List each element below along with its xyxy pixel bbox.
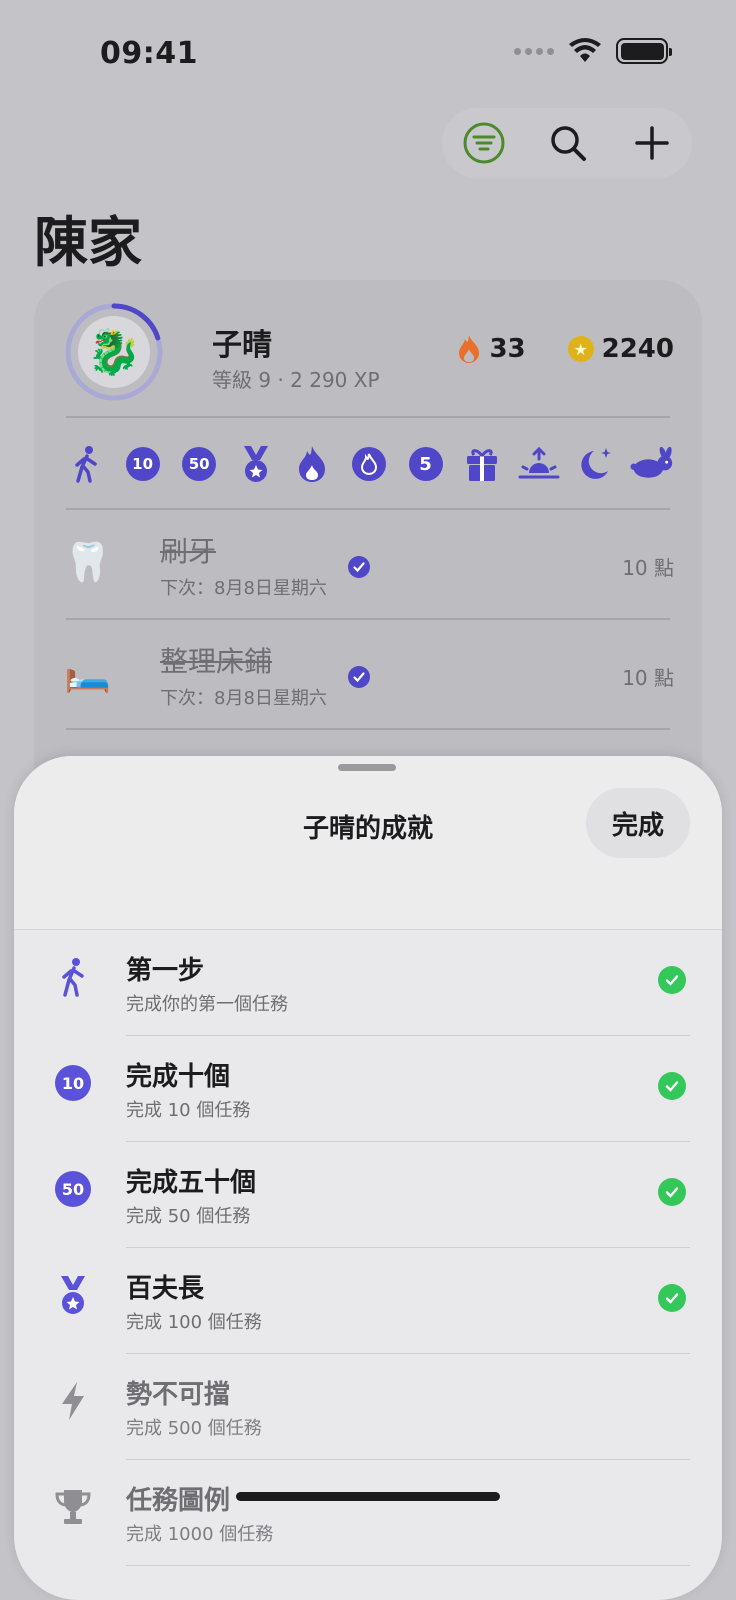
task-next-date: 下次：8月8日星期六 [160, 688, 327, 709]
task-points: 10 點 [622, 556, 674, 580]
badge-50-icon: 50 [177, 442, 221, 486]
achievement-row: 50 完成五十個 完成 50 個任務 [14, 1142, 722, 1248]
task-next-date: 下次：8月8日星期六 [160, 578, 327, 599]
badge-10-icon: 10 [50, 1060, 96, 1106]
achievement-title: 完成五十個 [126, 1168, 257, 1198]
achieved-check-icon [658, 1072, 686, 1100]
trophy-icon [50, 1484, 96, 1530]
member-row[interactable]: 🐉 子晴 等級 9 · 2 290 XP 33 ★ 2240 [64, 302, 674, 406]
task-row[interactable]: 🦷 刷牙 下次：8月8日星期六 10 點 [64, 520, 674, 610]
streak-count: 33 [489, 334, 526, 364]
achievement-row: 10 完成十個 完成 10 個任務 [14, 1036, 722, 1142]
task-title: 刷牙 [160, 535, 217, 568]
sunrise-icon [517, 442, 561, 486]
flame-icon [459, 335, 480, 363]
toolbar [442, 108, 692, 178]
page-title: 陳家 [34, 211, 142, 274]
member-level: 等級 9 · 2 290 XP [212, 368, 380, 392]
walking-figure-icon [64, 442, 108, 486]
battery-icon [616, 38, 672, 64]
achievement-title: 百夫長 [126, 1274, 205, 1304]
wifi-icon [569, 38, 601, 62]
status-time: 09:41 [100, 36, 198, 71]
bed-icon: 🛏️ [64, 650, 112, 694]
achievement-row-locked: 任務圖例 完成 1000 個任務 [14, 1460, 722, 1566]
member-stats: 33 ★ 2240 [457, 334, 674, 364]
moon-stars-icon [573, 442, 617, 486]
dragon-avatar-icon: 🐉 [78, 316, 150, 388]
star-coin-icon: ★ [567, 336, 594, 362]
achievements-sheet: 子晴的成就 完成 第一步 完成你的第一個任務 10 完成十個 完成 10 個任務… [14, 756, 722, 1600]
task-title: 整理床鋪 [160, 645, 273, 678]
status-bar: 09:41 [0, 0, 736, 100]
status-icons [514, 38, 672, 64]
achievement-desc: 完成 50 個任務 [126, 1206, 251, 1227]
completed-check-icon [348, 666, 370, 688]
separator [126, 1564, 690, 1566]
streak-stat: 33 [457, 334, 526, 364]
search-button[interactable] [542, 117, 594, 169]
achievement-desc: 完成你的第一個任務 [126, 994, 288, 1015]
achievement-row: 第一步 完成你的第一個任務 [14, 930, 722, 1036]
divider [66, 618, 670, 620]
done-button[interactable]: 完成 [586, 788, 690, 858]
sheet-header: 子晴的成就 完成 [14, 756, 722, 930]
bolt-icon [50, 1378, 96, 1424]
badge-50-icon: 50 [50, 1166, 96, 1212]
add-button[interactable] [626, 117, 678, 169]
divider [66, 416, 670, 418]
achievement-desc: 完成 500 個任務 [126, 1418, 262, 1439]
sheet-grabber[interactable] [338, 764, 396, 771]
achievement-desc: 完成 100 個任務 [126, 1312, 262, 1333]
flame-badge-icon [290, 442, 334, 486]
signal-icon [514, 47, 554, 55]
achievement-desc: 完成 10 個任務 [126, 1100, 251, 1121]
rabbit-icon [630, 442, 674, 486]
gift-icon [460, 442, 504, 486]
achievement-title: 勢不可擋 [126, 1380, 231, 1410]
badge-5-icon: 5 [404, 442, 448, 486]
walking-figure-icon [50, 954, 96, 1000]
task-row[interactable]: 🛏️ 整理床鋪 下次：8月8日星期六 10 點 [64, 630, 674, 720]
flame-circle-icon [347, 442, 391, 486]
achievement-title: 完成十個 [126, 1062, 231, 1092]
filter-button[interactable] [458, 117, 510, 169]
member-name: 子晴 [212, 328, 272, 363]
coin-stat: ★ 2240 [567, 334, 674, 364]
tooth-icon: 🦷 [64, 540, 112, 584]
divider [66, 508, 670, 510]
badge-10-icon: 10 [121, 442, 165, 486]
achieved-check-icon [658, 966, 686, 994]
avatar: 🐉 [64, 302, 164, 402]
plus-icon [635, 126, 669, 160]
medal-icon [50, 1272, 96, 1318]
achieved-check-icon [658, 1178, 686, 1206]
coin-count: 2240 [601, 334, 674, 364]
search-icon [551, 126, 586, 161]
badge-row: 10 50 5 [64, 436, 674, 492]
achievement-title: 第一步 [126, 956, 205, 986]
medal-icon [234, 442, 278, 486]
achieved-check-icon [658, 1284, 686, 1312]
achievement-row-locked: 勢不可擋 完成 500 個任務 [14, 1354, 722, 1460]
achievement-desc: 完成 1000 個任務 [126, 1524, 274, 1545]
completed-check-icon [348, 556, 370, 578]
task-points: 10 點 [622, 666, 674, 690]
filter-icon [463, 122, 505, 164]
divider [66, 728, 670, 730]
home-indicator[interactable] [236, 1492, 500, 1501]
achievement-title: 任務圖例 [126, 1486, 231, 1516]
achievement-row: 百夫長 完成 100 個任務 [14, 1248, 722, 1354]
